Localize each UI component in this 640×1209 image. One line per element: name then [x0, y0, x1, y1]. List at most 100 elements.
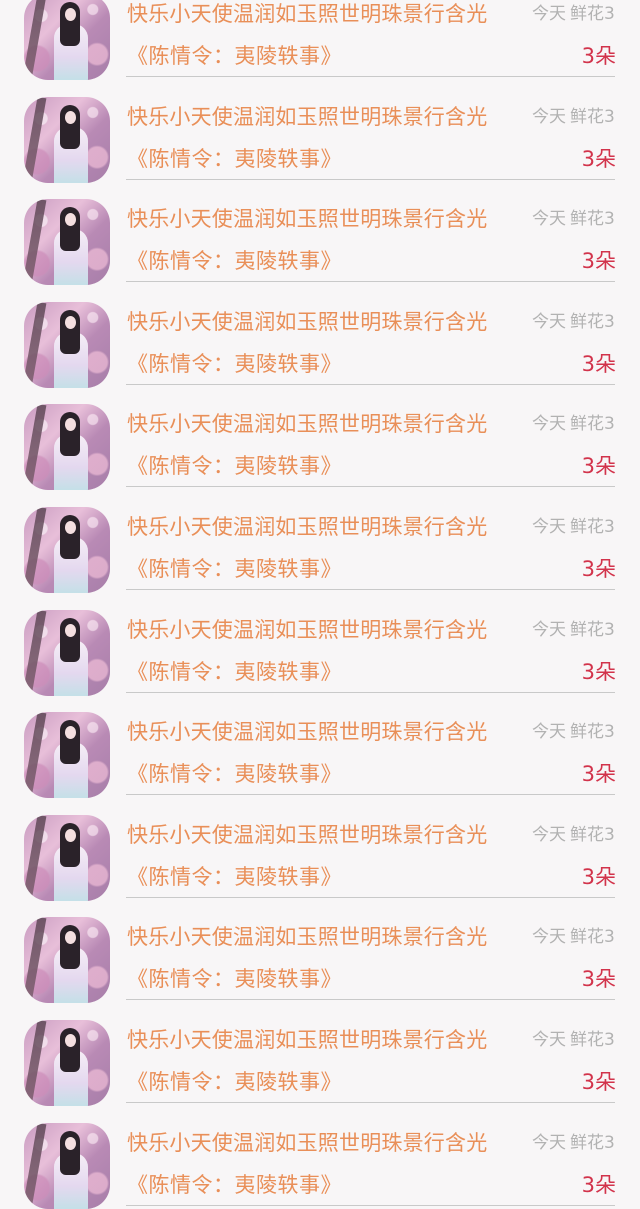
user-avatar[interactable]	[24, 609, 110, 696]
user-avatar[interactable]	[24, 1122, 110, 1209]
avatar-figure-face	[65, 520, 76, 534]
avatar-figure-face	[65, 828, 76, 842]
avatar-figure-face	[65, 315, 76, 329]
work-title: 《陈情令：夷陵轶事》	[127, 1069, 342, 1094]
avatar-tree-trunk	[24, 0, 47, 80]
list-item[interactable]: 快乐小天使温润如玉照世明珠景行含光 今天 鲜花3 《陈情令：夷陵轶事》 3朵	[0, 793, 640, 901]
user-nickname: 快乐小天使温润如玉照世明珠景行含光	[127, 309, 488, 334]
list-item[interactable]: 快乐小天使温润如玉照世明珠景行含光 今天 鲜花3 《陈情令：夷陵轶事》 3朵	[0, 485, 640, 593]
list-item[interactable]: 快乐小天使温润如玉照世明珠景行含光 今天 鲜花3 《陈情令：夷陵轶事》 3朵	[0, 0, 640, 80]
avatar-tree-trunk	[24, 199, 47, 286]
user-nickname: 快乐小天使温润如玉照世明珠景行含光	[127, 925, 488, 950]
list-item[interactable]: 快乐小天使温润如玉照世明珠景行含光 今天 鲜花3 《陈情令：夷陵轶事》 3朵	[0, 588, 640, 696]
avatar-figure-face	[65, 110, 76, 124]
work-title: 《陈情令：夷陵轶事》	[127, 44, 342, 68]
time-label: 今天 鲜花3	[532, 2, 615, 26]
flower-count: 3朵	[581, 351, 616, 376]
user-nickname: 快乐小天使温润如玉照世明珠景行含光	[127, 1027, 488, 1052]
flower-count-overlap-text: 鲜花3	[570, 311, 615, 332]
avatar-tree-trunk	[24, 1122, 47, 1209]
user-nickname: 快乐小天使温润如玉照世明珠景行含光	[127, 412, 488, 437]
work-title: 《陈情令：夷陵轶事》	[127, 1172, 342, 1197]
user-avatar[interactable]	[24, 1019, 110, 1106]
flower-count: 3朵	[581, 556, 616, 581]
time-label: 今天 鲜花3	[532, 1131, 615, 1155]
avatar-tree-trunk	[24, 96, 47, 183]
flower-count-overlap-text: 鲜花3	[570, 106, 615, 127]
gift-record-list: 快乐小天使温润如玉照世明珠景行含光 今天 鲜花3 《陈情令：夷陵轶事》 3朵 快乐…	[0, 0, 640, 1209]
work-title: 《陈情令：夷陵轶事》	[127, 967, 342, 992]
user-avatar[interactable]	[24, 712, 110, 799]
user-avatar[interactable]	[24, 199, 110, 286]
work-title: 《陈情令：夷陵轶事》	[127, 351, 342, 376]
flower-count: 3朵	[581, 1069, 616, 1094]
time-text: 今天	[532, 927, 566, 948]
flower-count: 3朵	[581, 864, 616, 889]
user-nickname: 快乐小天使温润如玉照世明珠景行含光	[127, 822, 488, 847]
list-item[interactable]: 快乐小天使温润如玉照世明珠景行含光 今天 鲜花3 《陈情令：夷陵轶事》 3朵	[0, 690, 640, 799]
work-title: 《陈情令：夷陵轶事》	[127, 454, 342, 479]
avatar-tree-trunk	[24, 301, 47, 388]
user-avatar[interactable]	[24, 301, 110, 388]
avatar-tree-trunk	[24, 1019, 47, 1106]
user-nickname: 快乐小天使温润如玉照世明珠景行含光	[127, 514, 488, 539]
flower-count: 3朵	[581, 762, 616, 787]
user-nickname: 快乐小天使温润如玉照世明珠景行含光	[127, 1130, 488, 1155]
list-item[interactable]: 快乐小天使温润如玉照世明珠景行含光 今天 鲜花3 《陈情令：夷陵轶事》 3朵	[0, 1101, 640, 1209]
time-label: 今天 鲜花3	[532, 105, 615, 129]
time-text: 今天	[532, 311, 566, 332]
user-avatar[interactable]	[24, 917, 110, 1004]
user-nickname: 快乐小天使温润如玉照世明珠景行含光	[127, 720, 488, 745]
time-label: 今天 鲜花3	[532, 1028, 615, 1052]
flower-count: 3朵	[581, 1172, 616, 1197]
user-nickname: 快乐小天使温润如玉照世明珠景行含光	[127, 104, 488, 129]
avatar-figure-face	[65, 623, 76, 637]
list-item[interactable]: 快乐小天使温润如玉照世明珠景行含光 今天 鲜花3 《陈情令：夷陵轶事》 3朵	[0, 75, 640, 183]
time-label: 今天 鲜花3	[532, 925, 615, 949]
work-title: 《陈情令：夷陵轶事》	[127, 762, 342, 787]
avatar-figure-face	[65, 1136, 76, 1150]
flower-count-overlap-text: 鲜花3	[570, 722, 615, 743]
time-text: 今天	[532, 209, 566, 230]
flower-count-overlap-text: 鲜花3	[570, 414, 615, 435]
list-item[interactable]: 快乐小天使温润如玉照世明珠景行含光 今天 鲜花3 《陈情令：夷陵轶事》 3朵	[0, 382, 640, 491]
work-title: 《陈情令：夷陵轶事》	[127, 556, 342, 581]
user-avatar[interactable]	[24, 404, 110, 491]
user-avatar[interactable]	[24, 0, 110, 80]
avatar-figure-face	[65, 1033, 76, 1047]
time-text: 今天	[532, 516, 566, 537]
row-divider	[126, 1204, 615, 1206]
list-item[interactable]: 快乐小天使温润如玉照世明珠景行含光 今天 鲜花3 《陈情令：夷陵轶事》 3朵	[0, 280, 640, 388]
time-label: 今天 鲜花3	[532, 618, 615, 642]
user-avatar[interactable]	[24, 814, 110, 901]
time-text: 今天	[532, 106, 566, 127]
flower-count: 3朵	[581, 967, 616, 992]
user-avatar[interactable]	[24, 96, 110, 183]
flower-count-overlap-text: 鲜花3	[570, 4, 615, 24]
time-label: 今天 鲜花3	[532, 310, 615, 334]
avatar-tree-trunk	[24, 814, 47, 901]
time-text: 今天	[532, 722, 566, 743]
flower-count-overlap-text: 鲜花3	[570, 1132, 615, 1153]
flower-count: 3朵	[581, 146, 616, 171]
list-item[interactable]: 快乐小天使温润如玉照世明珠景行含光 今天 鲜花3 《陈情令：夷陵轶事》 3朵	[0, 177, 640, 286]
time-text: 今天	[532, 4, 566, 24]
flower-count-overlap-text: 鲜花3	[570, 516, 615, 537]
time-text: 今天	[532, 1132, 566, 1153]
time-label: 今天 鲜花3	[532, 207, 615, 231]
work-title: 《陈情令：夷陵轶事》	[127, 146, 342, 171]
avatar-figure-face	[65, 8, 76, 21]
user-nickname: 快乐小天使温润如玉照世明珠景行含光	[127, 207, 488, 232]
user-avatar[interactable]	[24, 506, 110, 593]
list-item[interactable]: 快乐小天使温润如玉照世明珠景行含光 今天 鲜花3 《陈情令：夷陵轶事》 3朵	[0, 895, 640, 1004]
avatar-tree-trunk	[24, 404, 47, 491]
time-text: 今天	[532, 619, 566, 640]
list-item[interactable]: 快乐小天使温润如玉照世明珠景行含光 今天 鲜花3 《陈情令：夷陵轶事》 3朵	[0, 998, 640, 1106]
flower-count-overlap-text: 鲜花3	[570, 209, 615, 230]
time-label: 今天 鲜花3	[532, 515, 615, 539]
time-label: 今天 鲜花3	[532, 412, 615, 436]
time-text: 今天	[532, 414, 566, 435]
user-nickname: 快乐小天使温润如玉照世明珠景行含光	[127, 2, 488, 26]
flower-count-overlap-text: 鲜花3	[570, 824, 615, 845]
flower-count: 3朵	[581, 44, 616, 68]
